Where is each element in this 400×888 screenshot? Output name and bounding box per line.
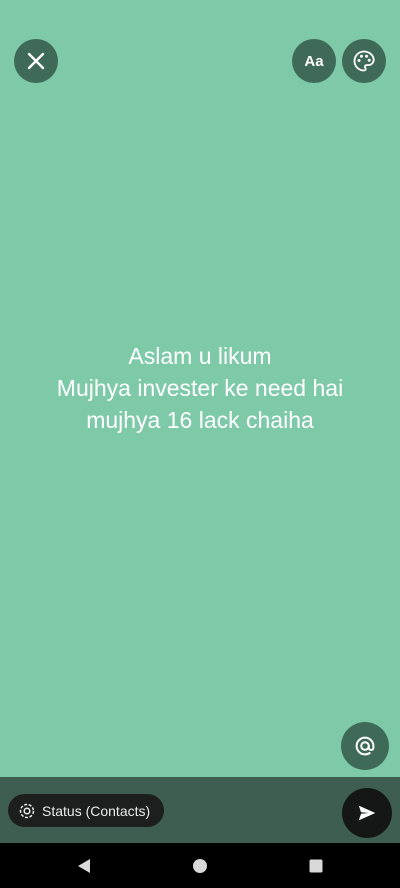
home-circle-icon bbox=[193, 858, 207, 873]
back-triangle-icon bbox=[78, 858, 90, 873]
palette-icon bbox=[353, 50, 375, 72]
recents-square-icon bbox=[309, 859, 323, 872]
close-button[interactable] bbox=[14, 39, 58, 83]
nav-back-button[interactable] bbox=[68, 843, 100, 888]
bottom-bar: Status (Contacts) bbox=[0, 777, 400, 843]
status-text[interactable]: Aslam u likum Mujhya invester ke need ha… bbox=[0, 340, 400, 436]
font-style-label: Aa bbox=[304, 52, 324, 70]
status-line: Aslam u likum bbox=[128, 343, 272, 369]
font-style-button[interactable]: Aa bbox=[292, 39, 336, 83]
status-line: mujhya 16 lack chaiha bbox=[86, 407, 314, 433]
nav-recents-button[interactable] bbox=[300, 843, 332, 888]
mention-button[interactable] bbox=[341, 722, 389, 770]
at-icon bbox=[355, 736, 375, 756]
send-icon bbox=[358, 805, 376, 821]
status-privacy-button[interactable]: Status (Contacts) bbox=[8, 794, 165, 827]
color-palette-button[interactable] bbox=[342, 39, 386, 83]
privacy-icon bbox=[19, 803, 35, 819]
nav-home-button[interactable] bbox=[184, 843, 216, 888]
close-icon bbox=[27, 52, 45, 70]
system-navigation-bar bbox=[0, 843, 400, 888]
status-canvas[interactable]: Aa Aslam u likum Mujhya invester ke need… bbox=[0, 0, 400, 777]
status-privacy-label: Status (Contacts) bbox=[42, 802, 151, 819]
status-line: Mujhya invester ke need hai bbox=[56, 375, 344, 401]
send-button[interactable] bbox=[342, 788, 392, 838]
